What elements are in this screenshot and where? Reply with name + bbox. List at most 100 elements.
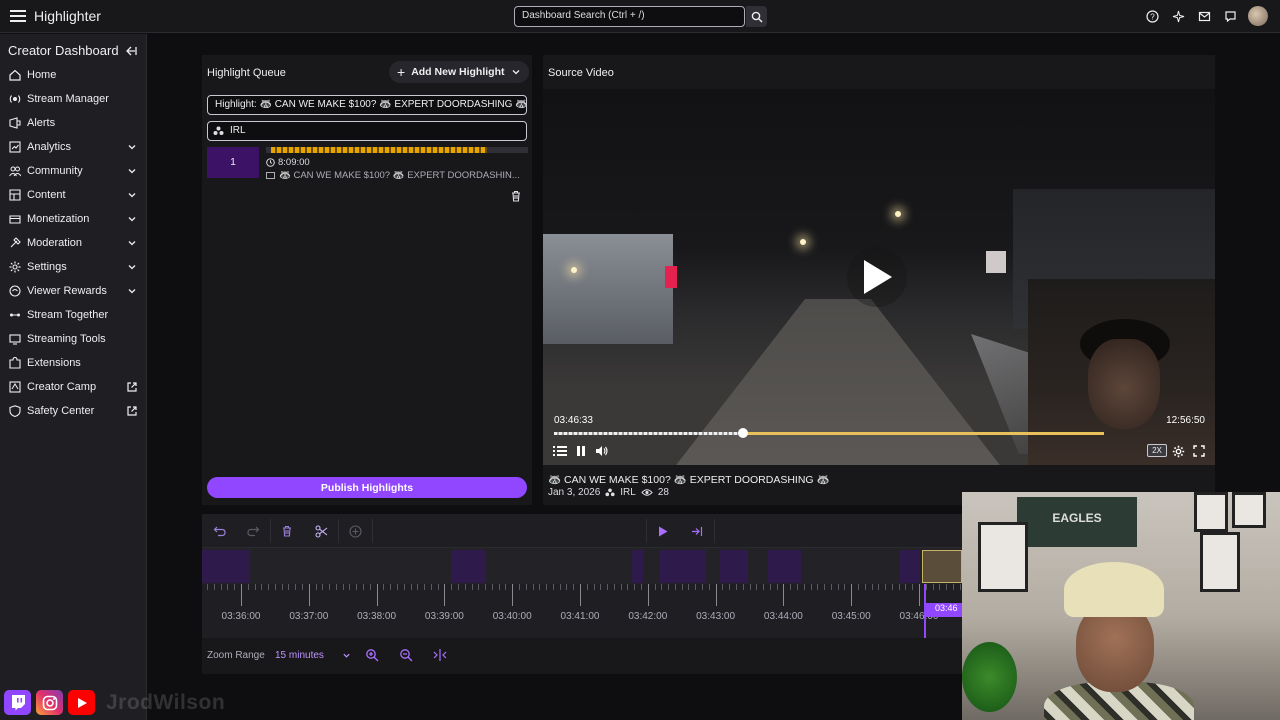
chevron-down-icon[interactable] <box>127 142 137 152</box>
minor-tick <box>417 584 419 590</box>
menu-icon[interactable] <box>8 6 28 26</box>
chevron-down-icon <box>343 653 350 658</box>
minor-tick <box>505 584 507 590</box>
chevron-down-icon[interactable] <box>127 262 137 272</box>
sidebar-item-alerts[interactable]: Alerts <box>0 111 147 135</box>
timeline-segment[interactable] <box>768 550 801 583</box>
social-overlay: JrodWilson <box>4 690 225 715</box>
chevron-down-icon[interactable] <box>127 286 137 296</box>
timeline-segment[interactable] <box>451 550 486 583</box>
fullscreen-button[interactable] <box>1191 443 1207 459</box>
clip-duration-text: 8:09:00 <box>278 157 310 168</box>
sidebar-item-moderation[interactable]: Moderation <box>0 231 147 255</box>
whispers-icon[interactable] <box>1222 8 1238 24</box>
video-player[interactable]: 03:46:33 12:56:50 2X <box>543 89 1215 465</box>
settings-button[interactable] <box>1170 443 1186 459</box>
highlight-title-field[interactable]: Highlight: 🦝 CAN WE MAKE $100? 🦝 EXPERT … <box>207 95 527 115</box>
minor-tick <box>383 584 385 590</box>
category-value: IRL <box>230 125 246 136</box>
chapters-button[interactable] <box>552 443 568 459</box>
minor-tick <box>742 584 744 590</box>
minor-tick <box>817 584 819 590</box>
sidebar-item-viewer-rewards[interactable]: Viewer Rewards <box>0 279 147 303</box>
publish-highlights-button[interactable]: Publish Highlights <box>207 477 527 498</box>
collapse-sidebar-icon[interactable] <box>124 44 138 58</box>
search-button[interactable] <box>746 6 767 27</box>
sidebar-item-stream-together[interactable]: Stream Together <box>0 303 147 327</box>
chevron-down-icon[interactable] <box>127 190 137 200</box>
avatar[interactable] <box>1248 6 1268 26</box>
minor-tick <box>654 584 656 590</box>
timeline-segment[interactable] <box>632 550 643 583</box>
sidebar-item-label: Viewer Rewards <box>27 285 107 297</box>
category-field[interactable]: IRL <box>207 121 527 141</box>
jump-to-end-button[interactable] <box>688 522 706 540</box>
volume-button[interactable] <box>593 443 609 459</box>
minor-tick <box>471 584 473 590</box>
zoom-out-icon[interactable] <box>399 648 413 662</box>
top-icons: ? <box>1144 6 1268 26</box>
split-button[interactable] <box>312 522 330 540</box>
video-webcam-overlay <box>1028 279 1215 465</box>
selected-timeline-segment[interactable] <box>922 550 962 583</box>
zoom-in-icon[interactable] <box>365 648 379 662</box>
sidebar-item-label: Extensions <box>27 357 81 369</box>
video-scrubber[interactable] <box>554 428 1104 438</box>
sparkle-icon[interactable] <box>1170 8 1186 24</box>
timeline-segment[interactable] <box>720 550 748 583</box>
chevron-down-icon[interactable] <box>511 67 521 77</box>
timeline-segment[interactable] <box>660 550 706 583</box>
delete-segment-button[interactable] <box>278 522 296 540</box>
minor-tick <box>356 584 358 590</box>
sidebar-item-monetization[interactable]: Monetization <box>0 207 147 231</box>
sidebar-item-home[interactable]: Home <box>0 63 147 87</box>
chevron-down-icon[interactable] <box>127 214 137 224</box>
sidebar-item-safety-center[interactable]: Safety Center <box>0 399 147 423</box>
minor-tick <box>559 584 561 590</box>
minor-tick <box>824 584 826 590</box>
external-link-icon[interactable] <box>126 381 138 393</box>
minor-tick <box>518 584 520 590</box>
video-category: IRL <box>620 487 636 498</box>
sidebar-item-extensions[interactable]: Extensions <box>0 351 147 375</box>
minor-tick <box>661 584 663 590</box>
help-icon[interactable]: ? <box>1144 8 1160 24</box>
add-segment-button[interactable] <box>346 522 364 540</box>
scrubber-handle[interactable] <box>738 428 748 438</box>
external-link-icon[interactable] <box>126 405 138 417</box>
sidebar-item-settings[interactable]: Settings <box>0 255 147 279</box>
timeline-segment[interactable] <box>900 550 920 583</box>
minor-tick <box>763 584 765 590</box>
timeline-segment[interactable] <box>202 550 250 583</box>
minor-tick <box>424 584 426 590</box>
sidebar-item-stream-manager[interactable]: Stream Manager <box>0 87 147 111</box>
timeline-play-button[interactable] <box>654 522 672 540</box>
sidebar-item-analytics[interactable]: Analytics <box>0 135 147 159</box>
delete-clip-icon[interactable] <box>510 190 522 202</box>
redo-button[interactable] <box>244 522 262 540</box>
video-frame-building <box>543 234 673 344</box>
undo-button[interactable] <box>210 522 228 540</box>
minor-tick <box>946 584 948 590</box>
webcam-poster <box>1232 492 1266 528</box>
chevron-down-icon[interactable] <box>127 166 137 176</box>
minor-tick <box>810 584 812 590</box>
minor-tick <box>776 584 778 590</box>
pause-button[interactable] <box>573 443 589 459</box>
minor-tick <box>261 584 263 590</box>
chevron-down-icon[interactable] <box>127 238 137 248</box>
sidebar-item-community[interactable]: Community <box>0 159 147 183</box>
sidebar-item-streaming-tools[interactable]: Streaming Tools <box>0 327 147 351</box>
add-new-highlight-button[interactable]: + Add New Highlight <box>389 61 529 83</box>
sidebar-item-content[interactable]: Content <box>0 183 147 207</box>
search-input[interactable]: Dashboard Search (Ctrl + /) <box>514 6 745 27</box>
play-overlay-button[interactable] <box>847 247 907 307</box>
minor-tick <box>369 584 371 590</box>
fit-to-view-icon[interactable] <box>433 648 447 662</box>
inbox-icon[interactable] <box>1196 8 1212 24</box>
sidebar-item-label: Stream Together <box>27 309 109 321</box>
sidebar-item-creator-camp[interactable]: Creator Camp <box>0 375 147 399</box>
queue-clip-item[interactable]: 1 8:09:00 🦝 CAN WE MAKE $100? 🦝 EXPERT D… <box>207 147 528 181</box>
playback-speed-button[interactable]: 2X <box>1147 444 1167 457</box>
zoom-range-select[interactable]: 15 minutes <box>275 650 351 661</box>
